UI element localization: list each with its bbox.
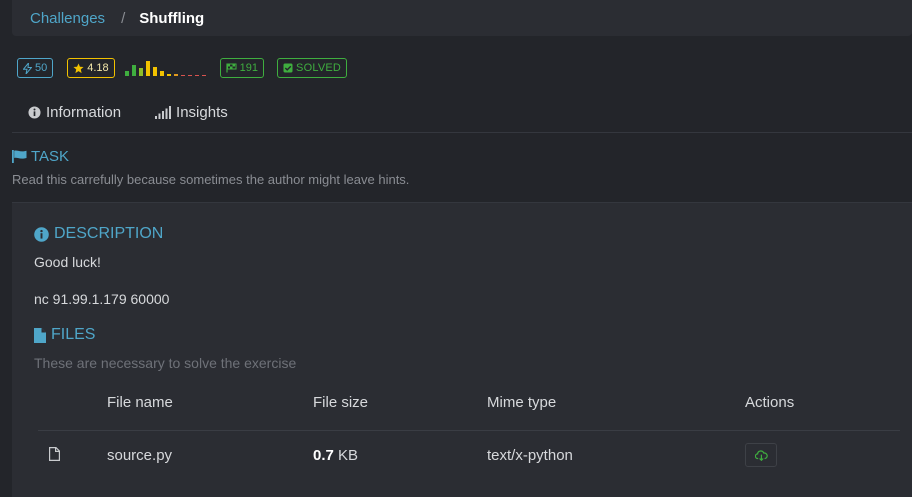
file-size-cell: 0.7 KB: [313, 447, 358, 464]
file-name-cell: source.py: [107, 447, 173, 464]
solves-badge: 191: [219, 58, 265, 78]
solved-status: SOLVED: [296, 62, 342, 74]
info-circle-icon: [28, 106, 41, 119]
lightning-icon: [23, 62, 32, 74]
breadcrumb-separator: /: [121, 9, 126, 27]
tab-information[interactable]: Information: [28, 104, 121, 121]
points-value: 50: [35, 62, 48, 74]
flag-icon: [12, 150, 27, 163]
breadcrumb: Challenges / Shuffling: [12, 0, 912, 36]
table-header-divider: [38, 430, 900, 431]
rating-distribution-bar: [187, 75, 192, 76]
rating-distribution-bar: [180, 75, 185, 76]
rating-distribution-bars: [124, 60, 206, 76]
cloud-download-icon: [754, 449, 768, 461]
check-square-icon: [283, 63, 293, 73]
column-file-size: File size: [313, 394, 369, 411]
breadcrumb-current: Shuffling: [139, 9, 205, 27]
file-icon: [49, 447, 60, 461]
signal-bars-icon: [155, 106, 172, 119]
description-heading: DESCRIPTION: [34, 225, 163, 243]
download-button[interactable]: [745, 443, 777, 467]
challenge-badges: 50 4.18 191 SOLVED: [17, 58, 348, 78]
task-subtitle: Read this carrefully because sometimes t…: [12, 172, 410, 187]
tab-insights[interactable]: Insights: [155, 104, 228, 121]
column-actions: Actions: [745, 394, 795, 411]
files-subtitle: These are necessary to solve the exercis…: [34, 355, 297, 371]
tab-information-label: Information: [46, 104, 122, 121]
tab-insights-label: Insights: [176, 104, 228, 121]
file-size-unit: KB: [338, 447, 359, 464]
rating-distribution-bar: [138, 68, 143, 76]
rating-distribution-bar: [159, 71, 164, 76]
solves-value: 191: [239, 62, 259, 74]
flag-checkered-icon: [226, 63, 237, 73]
info-circle-icon: [34, 226, 49, 242]
connection-command: nc 91.99.1.179 60000: [34, 291, 170, 307]
points-badge: 50: [17, 58, 54, 78]
challenge-panel: DESCRIPTION Good luck! nc 91.99.1.179 60…: [12, 203, 912, 497]
rating-distribution-bar: [131, 65, 136, 76]
task-title: TASK: [31, 148, 70, 165]
task-heading: TASK: [12, 148, 69, 165]
column-file-name: File name: [107, 394, 173, 411]
rating-distribution-bar: [145, 61, 150, 76]
rating-distribution-bar: [152, 67, 157, 76]
file-size-value: 0.7: [313, 447, 334, 464]
description-line: Good luck!: [34, 254, 101, 270]
rating-value: 4.18: [87, 62, 109, 74]
files-heading: FILES: [34, 326, 95, 344]
rating-distribution-bar: [124, 71, 129, 76]
rating-distribution-bar: [194, 75, 199, 76]
description-title: DESCRIPTION: [54, 225, 164, 242]
rating-distribution-bar: [173, 74, 178, 76]
rating-badge: 4.18: [67, 58, 115, 78]
star-icon: [73, 62, 84, 73]
tab-bar: Information Insights: [28, 104, 228, 121]
breadcrumb-challenges-link[interactable]: Challenges: [30, 10, 105, 27]
tabs-divider: [12, 132, 912, 133]
column-mime-type: Mime type: [487, 394, 557, 411]
solved-badge: SOLVED: [277, 58, 348, 78]
rating-distribution-bar: [201, 75, 206, 76]
file-icon: [34, 327, 46, 343]
files-title: FILES: [51, 326, 96, 343]
rating-distribution-bar: [166, 74, 171, 76]
mime-type-cell: text/x-python: [487, 447, 573, 464]
